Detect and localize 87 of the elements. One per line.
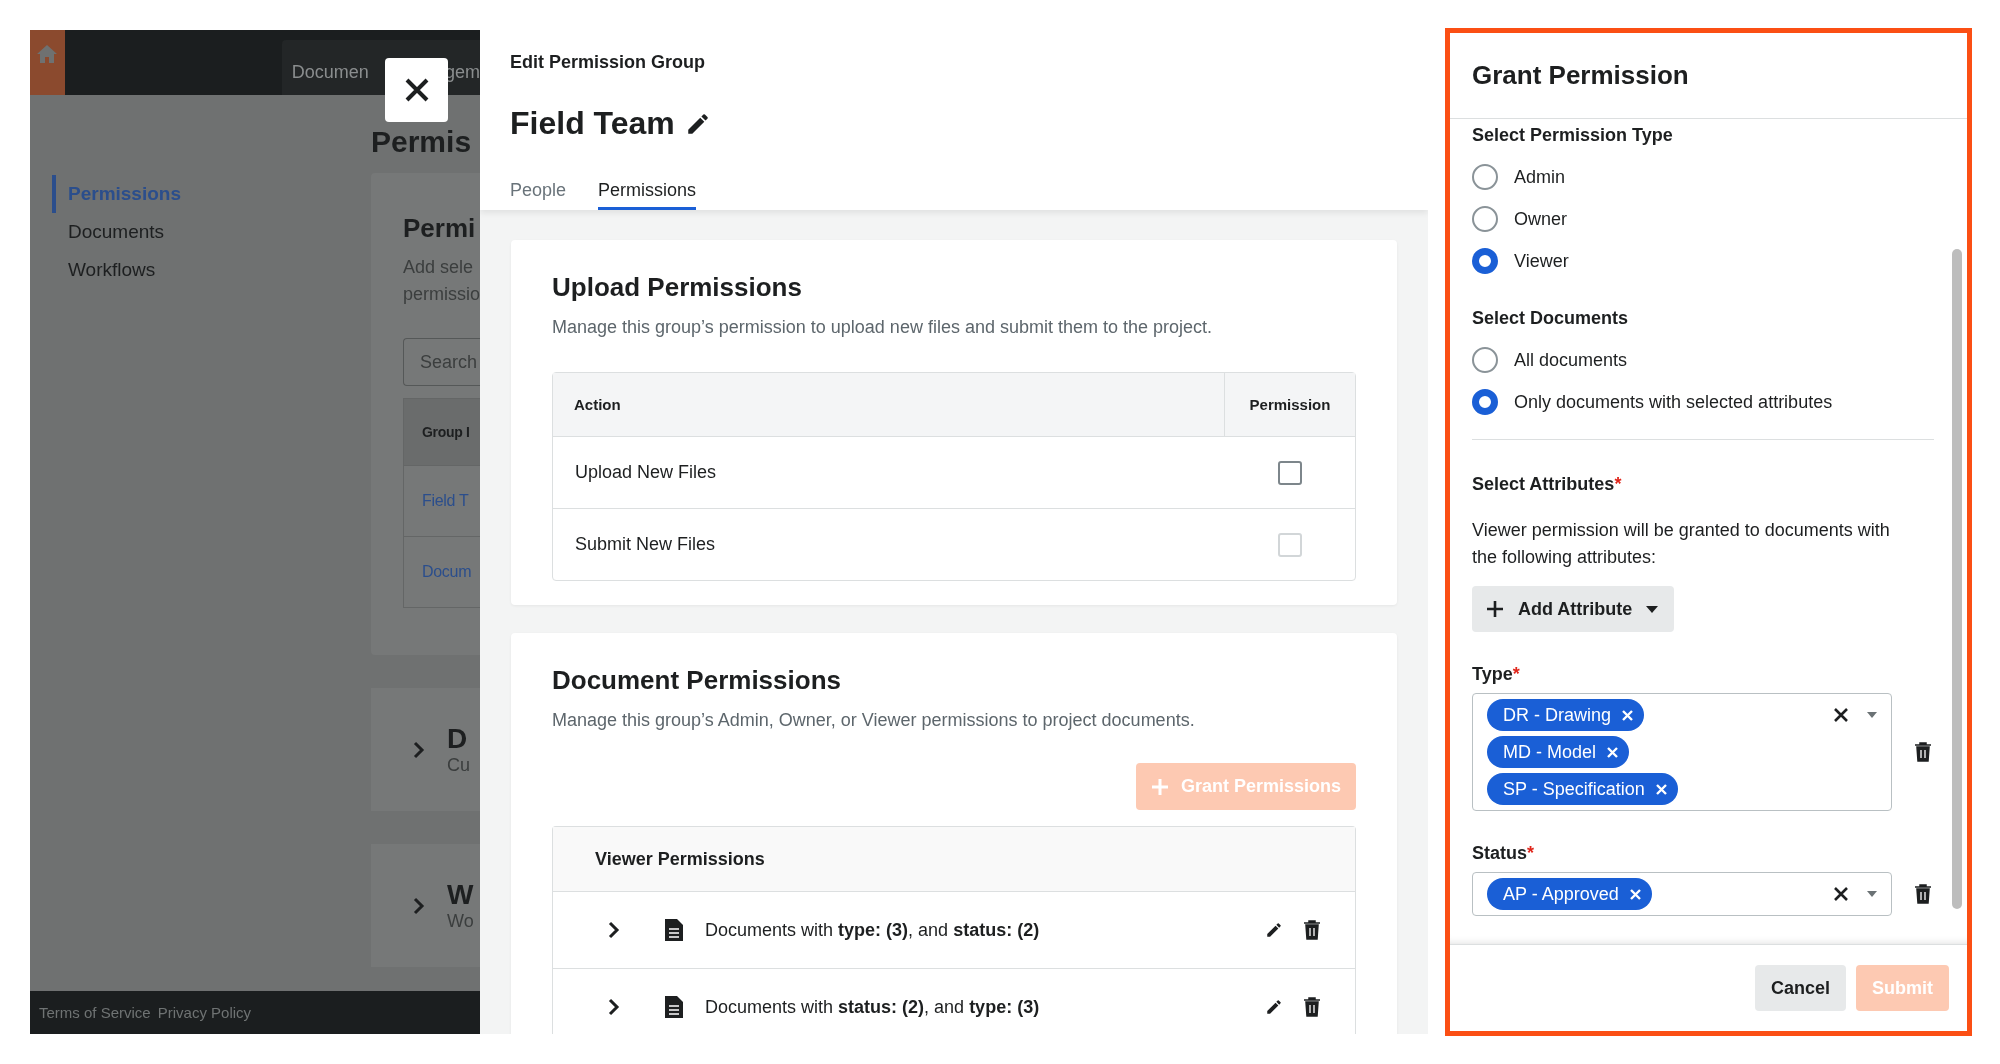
plus-icon (1486, 600, 1504, 618)
remove-icon[interactable] (1654, 782, 1668, 796)
trash-icon[interactable] (1303, 997, 1321, 1017)
tag: SP - Specification (1487, 773, 1678, 805)
page-title: Permis (371, 125, 473, 160)
dialog-close-button[interactable] (385, 58, 448, 122)
trash-icon[interactable] (1914, 742, 1932, 762)
column-header: Action (573, 395, 622, 415)
caret-icon[interactable] (1867, 891, 1877, 897)
panel-eyebrow: Edit Permission Group (510, 52, 707, 73)
table-cell-text: Submit New Files (574, 534, 717, 555)
add-attribute-button[interactable]: Add Attribute (1472, 586, 1675, 632)
tab[interactable]: People (510, 180, 567, 210)
group-title: Field Team (510, 105, 675, 142)
multi-select-field[interactable]: DR - Drawing MD - Model SP - Specification (1472, 693, 1892, 811)
caret-icon[interactable] (1867, 712, 1877, 718)
radio-button[interactable] (1472, 347, 1498, 373)
chevron-icon (413, 896, 425, 915)
table-cell-text: Upload New Files (574, 462, 718, 483)
help-text: Viewer permission will be granted to documents with the following attributes: (1472, 519, 1891, 569)
plus-icon (1150, 777, 1169, 796)
rule-text: Documents with type: (3), and status: (2) (705, 919, 1041, 941)
remove-icon[interactable] (1621, 708, 1635, 722)
section-label: Select Documents (1472, 308, 1630, 329)
chevron-icon[interactable] (608, 921, 620, 939)
trash-icon[interactable] (1914, 884, 1932, 904)
group-header: Viewer Permissions (553, 827, 1355, 892)
card-title: Document Permissions (552, 665, 842, 696)
home-icon (36, 44, 59, 64)
document-icon (665, 996, 683, 1018)
pencil-icon[interactable] (1265, 921, 1283, 939)
clear-icon[interactable] (1833, 707, 1849, 723)
nav-item[interactable]: Documents (52, 213, 341, 251)
section-card[interactable]: W Wo (371, 844, 480, 967)
trash-icon[interactable] (1303, 920, 1321, 940)
group-link[interactable]: Docum (422, 563, 472, 581)
multi-select-field[interactable]: AP - Approved (1472, 872, 1892, 916)
remove-icon[interactable] (1606, 745, 1619, 759)
radio-button[interactable] (1472, 206, 1498, 232)
card-description: Manage this group’s Admin, Owner, or Viewer permissions to project documents. (552, 710, 1196, 731)
radio-button[interactable] (1472, 248, 1498, 274)
footer-link[interactable]: Privacy Policy (157, 1004, 252, 1021)
section-label: Select Permission Type (1472, 125, 1674, 146)
rule-text: Documents with status: (2), and type: (3) (705, 996, 1041, 1018)
field-label: Status* (1472, 843, 1536, 864)
radio-button[interactable] (1472, 164, 1498, 190)
tag: AP - Approved (1487, 878, 1652, 910)
card-title: Permi (403, 213, 477, 244)
checkbox[interactable] (1278, 460, 1302, 485)
group-link[interactable]: Field T (422, 492, 469, 510)
tag: MD - Model (1487, 736, 1629, 768)
card-description: Manage this group’s permission to upload new files and submit them to the project. (552, 317, 1214, 338)
radio-button[interactable] (1472, 389, 1498, 415)
clear-icon[interactable] (1833, 886, 1849, 902)
card-description: Add sele (403, 256, 475, 279)
caret-icon (1646, 605, 1659, 613)
card-description: permissio (403, 283, 480, 306)
tab[interactable]: Permissions (598, 180, 697, 210)
section-subtitle: Cu (447, 755, 470, 776)
radio-label: Only documents with selected attributes (1514, 391, 1833, 413)
close-icon (403, 77, 430, 103)
radio-label: Admin (1514, 166, 1566, 188)
pencil-icon[interactable] (1265, 998, 1283, 1016)
tag: DR - Drawing (1487, 699, 1645, 731)
section-subtitle: Wo (447, 911, 474, 932)
chevron-icon[interactable] (608, 998, 620, 1016)
scrollbar-thumb[interactable] (1952, 249, 1962, 909)
card-title: Upload Permissions (552, 272, 803, 303)
panel-title: Grant Permission (1472, 60, 1689, 91)
nav-item[interactable]: Workflows (52, 251, 341, 289)
section-card[interactable]: D Cu (371, 688, 480, 811)
table-header: Group I (404, 399, 480, 465)
chevron-icon (413, 740, 425, 759)
section-title: D (447, 723, 469, 755)
top-tab[interactable]: Documen (281, 40, 378, 95)
remove-icon[interactable] (1628, 887, 1642, 901)
section-title: W (447, 879, 474, 911)
footer-link[interactable]: Terms of Service (39, 1004, 151, 1021)
radio-label: All documents (1514, 349, 1628, 371)
radio-label: Owner (1514, 208, 1567, 230)
search-field[interactable]: Search (403, 338, 480, 386)
radio-label: Viewer (1514, 250, 1569, 272)
column-header: Permission (1224, 373, 1355, 436)
field-label: Type* (1472, 664, 1521, 685)
cancel-button[interactable]: Cancel (1754, 965, 1846, 1011)
section-label: Select Attributes* (1472, 474, 1623, 495)
document-icon (665, 919, 683, 941)
